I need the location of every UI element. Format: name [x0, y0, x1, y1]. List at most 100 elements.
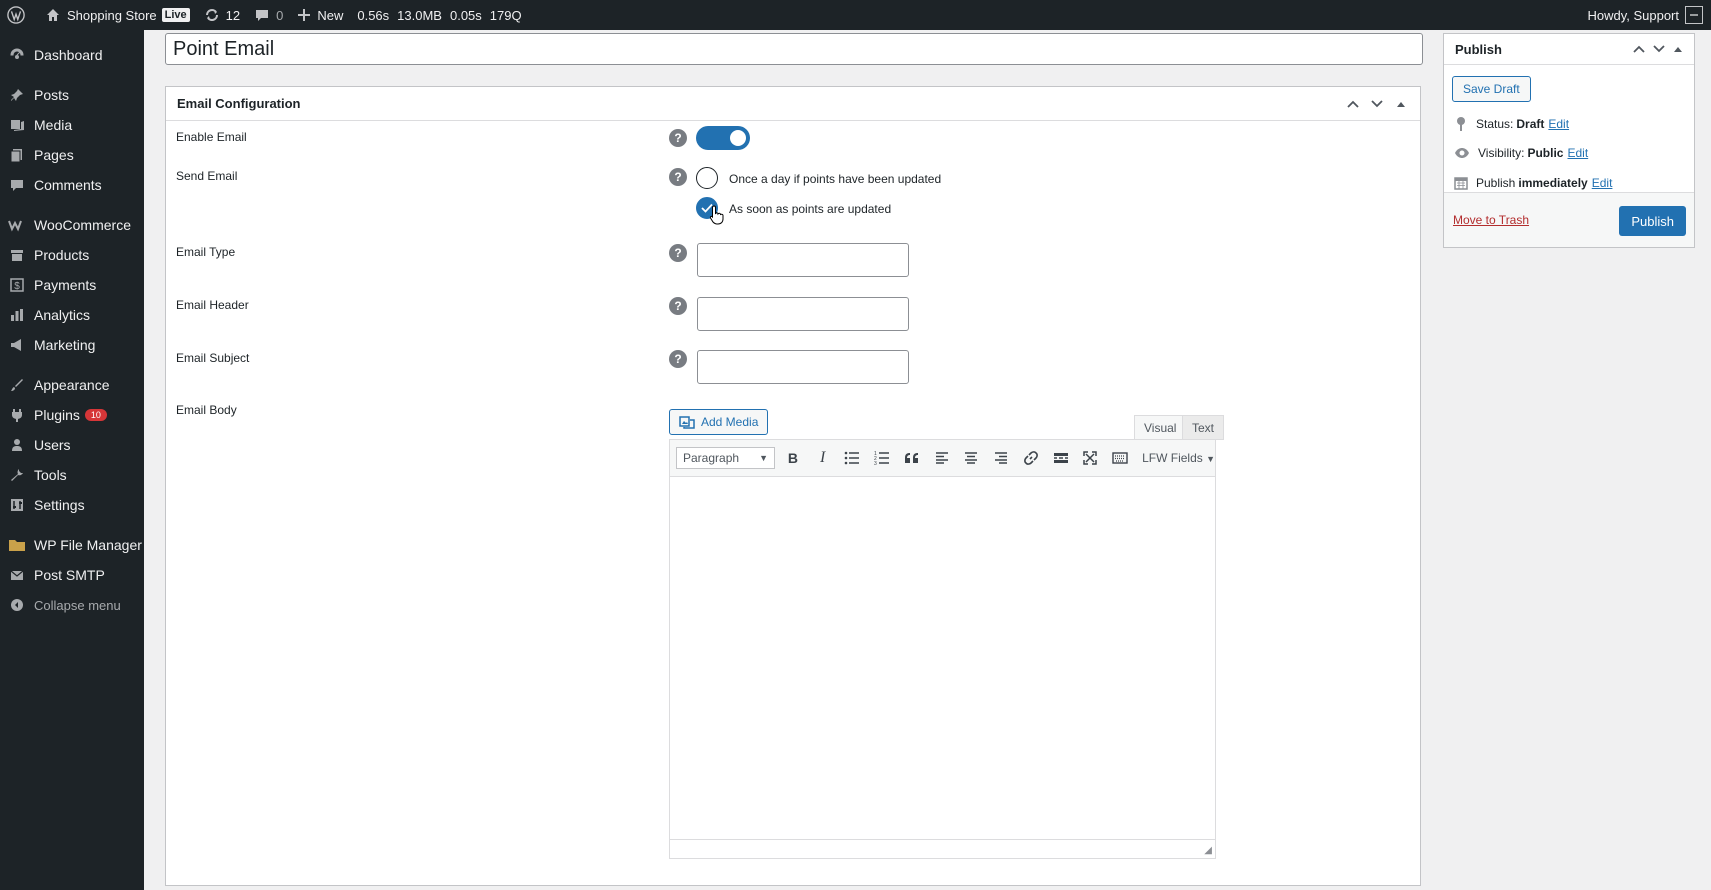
- wordpress-logo-button[interactable]: [0, 0, 38, 30]
- chevron-down-icon[interactable]: [1369, 97, 1385, 111]
- italic-button[interactable]: I: [811, 446, 835, 470]
- edit-status-link[interactable]: Edit: [1548, 117, 1569, 131]
- chevron-down-icon[interactable]: [1653, 42, 1665, 56]
- insert-link-button[interactable]: [1019, 446, 1043, 470]
- publish-button[interactable]: Publish: [1619, 206, 1686, 236]
- sidebar-item-posts[interactable]: Posts: [0, 80, 144, 110]
- tab-visual[interactable]: Visual: [1134, 415, 1187, 440]
- move-to-trash-link[interactable]: Move to Trash: [1453, 213, 1529, 227]
- help-icon[interactable]: ?: [669, 244, 687, 262]
- editor-content-area[interactable]: [670, 477, 1215, 841]
- sidebar-item-label: Settings: [34, 497, 85, 513]
- howdy-text: Howdy, Support: [1587, 7, 1679, 23]
- sidebar-item-label: Pages: [34, 147, 74, 163]
- resize-handle-icon[interactable]: ◢: [1204, 845, 1212, 856]
- sidebar-item-dashboard[interactable]: Dashboard: [0, 40, 144, 70]
- toggle-panel-icon[interactable]: [1673, 42, 1683, 56]
- toggle-knob: [730, 130, 746, 146]
- sidebar-item-tools[interactable]: Tools: [0, 460, 144, 490]
- sidebar-item-comments[interactable]: Comments: [0, 170, 144, 200]
- dashboard-icon: [8, 46, 26, 64]
- edit-visibility-link[interactable]: Edit: [1567, 146, 1588, 160]
- help-icon[interactable]: ?: [669, 297, 687, 315]
- avatar-icon: [1690, 14, 1698, 16]
- add-media-button[interactable]: Add Media: [669, 409, 769, 435]
- plugins-icon: [8, 406, 26, 424]
- toolbar-toggle-button[interactable]: [1108, 446, 1132, 470]
- sidebar-item-label: Dashboard: [34, 47, 103, 63]
- publish-header: Publish: [1444, 34, 1694, 65]
- sidebar-item-label: Analytics: [34, 307, 91, 323]
- sidebar-item-marketing[interactable]: Marketing: [0, 330, 144, 360]
- send-immediately-label[interactable]: As soon as points are updated: [729, 202, 891, 216]
- sidebar-item-products[interactable]: Products: [0, 240, 144, 270]
- site-name-link[interactable]: Shopping Store Live: [38, 0, 197, 30]
- sidebar-item-payments[interactable]: $ Payments: [0, 270, 144, 300]
- new-label: New: [317, 7, 344, 23]
- send-once-a-day-label[interactable]: Once a day if points have been updated: [729, 172, 941, 186]
- add-media-icon: [679, 416, 695, 429]
- help-icon[interactable]: ?: [669, 129, 687, 147]
- chevron-up-icon[interactable]: [1345, 97, 1361, 111]
- fullscreen-icon: [1083, 451, 1098, 465]
- align-center-button[interactable]: [960, 446, 984, 470]
- updates-link[interactable]: 12: [197, 0, 247, 30]
- chevron-up-icon[interactable]: [1633, 42, 1645, 56]
- help-icon[interactable]: ?: [669, 350, 687, 368]
- dropdown-arrow-icon: ▼: [1206, 454, 1216, 464]
- query-monitor-link[interactable]: 0.56s 13.0MB 0.05s 179Q: [350, 0, 536, 30]
- post-title-field[interactable]: [165, 33, 1423, 65]
- bullet-list-button[interactable]: [841, 446, 865, 470]
- sidebar-item-wp-file-manager[interactable]: WP File Manager: [0, 530, 144, 560]
- comments-link[interactable]: 0: [247, 0, 290, 30]
- sidebar-item-label: Posts: [34, 87, 70, 103]
- numbered-list-button[interactable]: 123: [870, 446, 894, 470]
- edit-publish-date-link[interactable]: Edit: [1592, 176, 1613, 190]
- new-content-link[interactable]: New: [290, 0, 350, 30]
- post-title-input[interactable]: [166, 34, 1422, 64]
- collapse-menu-button[interactable]: Collapse menu: [0, 590, 144, 620]
- blockquote-button[interactable]: [900, 446, 924, 470]
- sidebar-item-post-smtp[interactable]: Post SMTP: [0, 560, 144, 590]
- enable-email-toggle[interactable]: [696, 126, 750, 150]
- products-icon: [8, 246, 26, 264]
- sidebar-item-appearance[interactable]: Appearance: [0, 370, 144, 400]
- format-select[interactable]: Paragraph ▼: [676, 447, 776, 469]
- help-icon[interactable]: ?: [669, 168, 687, 186]
- publish-actions: Move to Trash Publish: [1444, 192, 1694, 247]
- pages-icon: [8, 146, 26, 164]
- toggle-panel-icon[interactable]: [1393, 97, 1409, 111]
- bold-button[interactable]: B: [781, 446, 805, 470]
- sidebar-item-pages[interactable]: Pages: [0, 140, 144, 170]
- sidebar-item-label: Products: [34, 247, 90, 263]
- dropdown-arrow-icon: ▼: [759, 453, 769, 463]
- email-subject-input[interactable]: [697, 350, 909, 384]
- comments-count: 0: [276, 7, 284, 23]
- hand-cursor-icon: [709, 205, 724, 225]
- lfw-fields-dropdown[interactable]: LFW Fields ▼: [1142, 451, 1215, 465]
- sidebar-item-analytics[interactable]: Analytics: [0, 300, 144, 330]
- post-status-row: Status: Draft Edit: [1454, 116, 1569, 132]
- admin-bar: Shopping Store Live 12 0 New 0.56s 13.0M…: [0, 0, 1711, 30]
- sidebar-item-users[interactable]: Users: [0, 430, 144, 460]
- publish-date-row: Publish immediately Edit: [1454, 176, 1612, 190]
- enable-email-label: Enable Email: [176, 130, 247, 144]
- sidebar-item-settings[interactable]: Settings: [0, 490, 144, 520]
- updates-count: 12: [225, 7, 241, 23]
- tab-text[interactable]: Text: [1182, 415, 1225, 440]
- fullscreen-button[interactable]: [1079, 446, 1103, 470]
- send-once-a-day-radio[interactable]: [696, 167, 718, 189]
- sidebar-item-media[interactable]: Media: [0, 110, 144, 140]
- sidebar-item-plugins[interactable]: Plugins 10: [0, 400, 144, 430]
- link-icon: [1024, 451, 1038, 465]
- perf-queries: 179Q: [489, 7, 522, 23]
- save-draft-button[interactable]: Save Draft: [1452, 76, 1531, 102]
- read-more-button[interactable]: [1049, 446, 1073, 470]
- my-account-link[interactable]: Howdy, Support: [1587, 6, 1711, 24]
- sidebar-item-woocommerce[interactable]: WooCommerce: [0, 210, 144, 240]
- email-header-input[interactable]: [697, 297, 909, 331]
- email-configuration-header: Email Configuration: [166, 87, 1420, 121]
- align-right-button[interactable]: [989, 446, 1013, 470]
- email-type-input[interactable]: [697, 243, 909, 277]
- align-left-button[interactable]: [930, 446, 954, 470]
